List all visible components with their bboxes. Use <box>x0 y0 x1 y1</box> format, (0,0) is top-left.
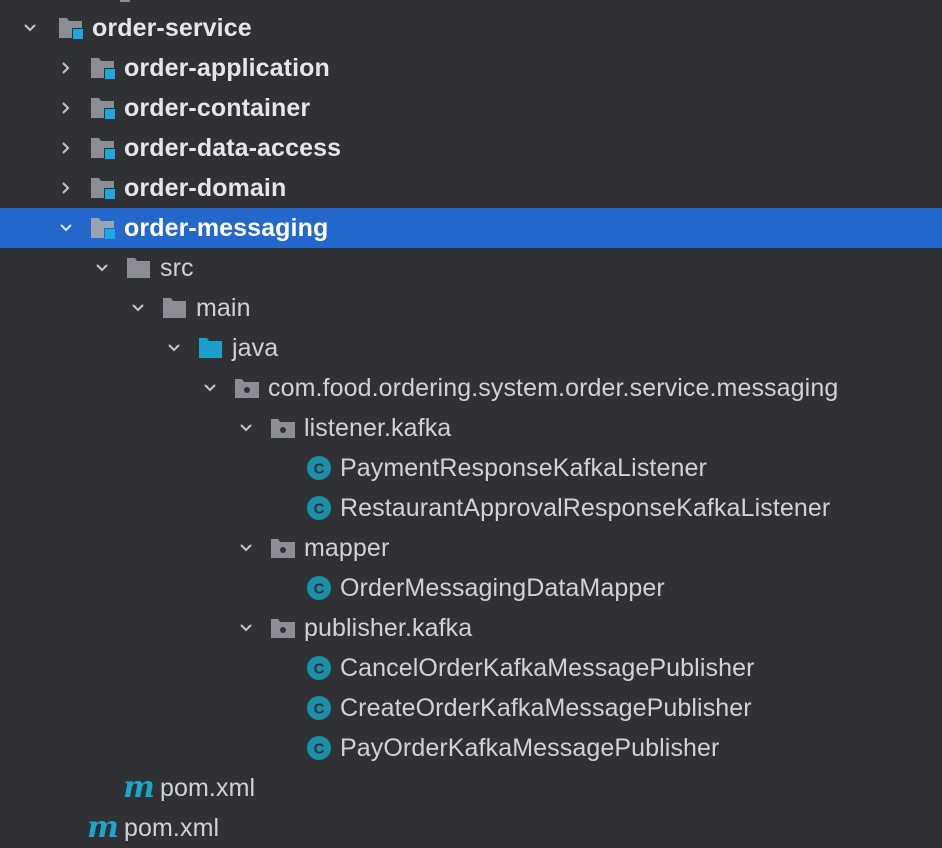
module-folder-icon <box>88 53 118 83</box>
tree-item-publisher-kafka[interactable]: publisher.kafka <box>0 608 942 648</box>
package-icon <box>268 413 298 443</box>
svg-text:C: C <box>314 701 325 718</box>
tree-item-label: main <box>196 293 251 322</box>
tree-item-label: order-domain <box>124 173 287 202</box>
svg-text:C: C <box>314 581 325 598</box>
tree-item-class[interactable]: C PayOrderKafkaMessagePublisher <box>0 728 942 768</box>
tree-item-label: order-messaging <box>124 213 329 242</box>
tree-item-label: order-application <box>124 53 330 82</box>
package-icon <box>232 373 262 403</box>
maven-icon: m <box>87 810 119 845</box>
tree-item-class[interactable]: C RestaurantApprovalResponseKafkaListene… <box>0 488 942 528</box>
folder-icon <box>124 253 154 283</box>
class-icon: C <box>304 493 334 523</box>
tree-item-java[interactable]: java <box>0 328 942 368</box>
chevron-down-icon[interactable] <box>234 536 258 560</box>
chevron-down-icon[interactable] <box>54 216 78 240</box>
partial-folder-icon <box>120 0 130 2</box>
tree-item-label: order-service <box>92 13 252 42</box>
tree-item-label: order-data-access <box>124 133 342 162</box>
module-folder-icon <box>56 13 86 43</box>
tree-item-label: PaymentResponseKafkaListener <box>340 453 707 482</box>
tree-item-label: OrderMessagingDataMapper <box>340 573 665 602</box>
tree-item-package-root[interactable]: com.food.ordering.system.order.service.m… <box>0 368 942 408</box>
tree-item-label: listener.kafka <box>304 413 452 442</box>
tree-item-label: java <box>232 333 279 362</box>
tree-item-label: src <box>160 253 194 282</box>
chevron-down-icon[interactable] <box>18 16 42 40</box>
chevron-right-icon[interactable] <box>54 56 78 80</box>
tree-item-label: CancelOrderKafkaMessagePublisher <box>340 653 755 682</box>
module-folder-icon <box>88 173 118 203</box>
class-icon: C <box>304 733 334 763</box>
tree-item-class[interactable]: C PaymentResponseKafkaListener <box>0 448 942 488</box>
tree-item-pom-xml[interactable]: m pom.xml <box>0 768 942 808</box>
tree-item-src[interactable]: src <box>0 248 942 288</box>
source-folder-icon <box>196 333 226 363</box>
svg-text:C: C <box>314 741 325 758</box>
svg-text:C: C <box>314 501 325 518</box>
chevron-down-icon[interactable] <box>234 616 258 640</box>
folder-icon <box>160 293 190 323</box>
tree-item-listener-kafka[interactable]: listener.kafka <box>0 408 942 448</box>
tree-item-label: pom.xml <box>160 773 256 802</box>
tree-item-label: com.food.ordering.system.order.service.m… <box>268 373 839 402</box>
maven-icon: m <box>123 770 155 805</box>
module-folder-icon <box>88 213 118 243</box>
chevron-right-icon[interactable] <box>54 96 78 120</box>
tree-item-label: PayOrderKafkaMessagePublisher <box>340 733 720 762</box>
svg-text:C: C <box>314 661 325 678</box>
class-icon: C <box>304 693 334 723</box>
tree-item-class[interactable]: C OrderMessagingDataMapper <box>0 568 942 608</box>
tree-item-main[interactable]: main <box>0 288 942 328</box>
chevron-down-icon[interactable] <box>162 336 186 360</box>
tree-item-mapper[interactable]: mapper <box>0 528 942 568</box>
chevron-down-icon[interactable] <box>198 376 222 400</box>
class-icon: C <box>304 453 334 483</box>
tree-item-label: pom.xml <box>124 813 220 842</box>
project-tree: order-service order-application order-co… <box>0 0 942 848</box>
tree-item-label: publisher.kafka <box>304 613 473 642</box>
tree-item-order-data-access[interactable]: order-data-access <box>0 128 942 168</box>
tree-item-order-messaging[interactable]: order-messaging <box>0 208 942 248</box>
module-folder-icon <box>88 133 118 163</box>
tree-item-order-container[interactable]: order-container <box>0 88 942 128</box>
tree-item-order-domain[interactable]: order-domain <box>0 168 942 208</box>
class-icon: C <box>304 573 334 603</box>
tree-item-label: order-container <box>124 93 311 122</box>
package-icon <box>268 533 298 563</box>
tree-item-class[interactable]: C CancelOrderKafkaMessagePublisher <box>0 648 942 688</box>
tree-item-label: mapper <box>304 533 390 562</box>
svg-text:C: C <box>314 461 325 478</box>
class-icon: C <box>304 653 334 683</box>
chevron-down-icon[interactable] <box>234 416 258 440</box>
chevron-right-icon[interactable] <box>54 176 78 200</box>
tree-item-pom-xml[interactable]: m pom.xml <box>0 808 942 848</box>
chevron-down-icon[interactable] <box>90 256 114 280</box>
tree-item-label: RestaurantApprovalResponseKafkaListener <box>340 493 831 522</box>
tree-item-order-application[interactable]: order-application <box>0 48 942 88</box>
tree-item-order-service[interactable]: order-service <box>0 8 942 48</box>
tree-item-label: CreateOrderKafkaMessagePublisher <box>340 693 752 722</box>
package-icon <box>268 613 298 643</box>
tree-item-class[interactable]: C CreateOrderKafkaMessagePublisher <box>0 688 942 728</box>
module-folder-icon <box>88 93 118 123</box>
chevron-right-icon[interactable] <box>54 136 78 160</box>
chevron-down-icon[interactable] <box>126 296 150 320</box>
